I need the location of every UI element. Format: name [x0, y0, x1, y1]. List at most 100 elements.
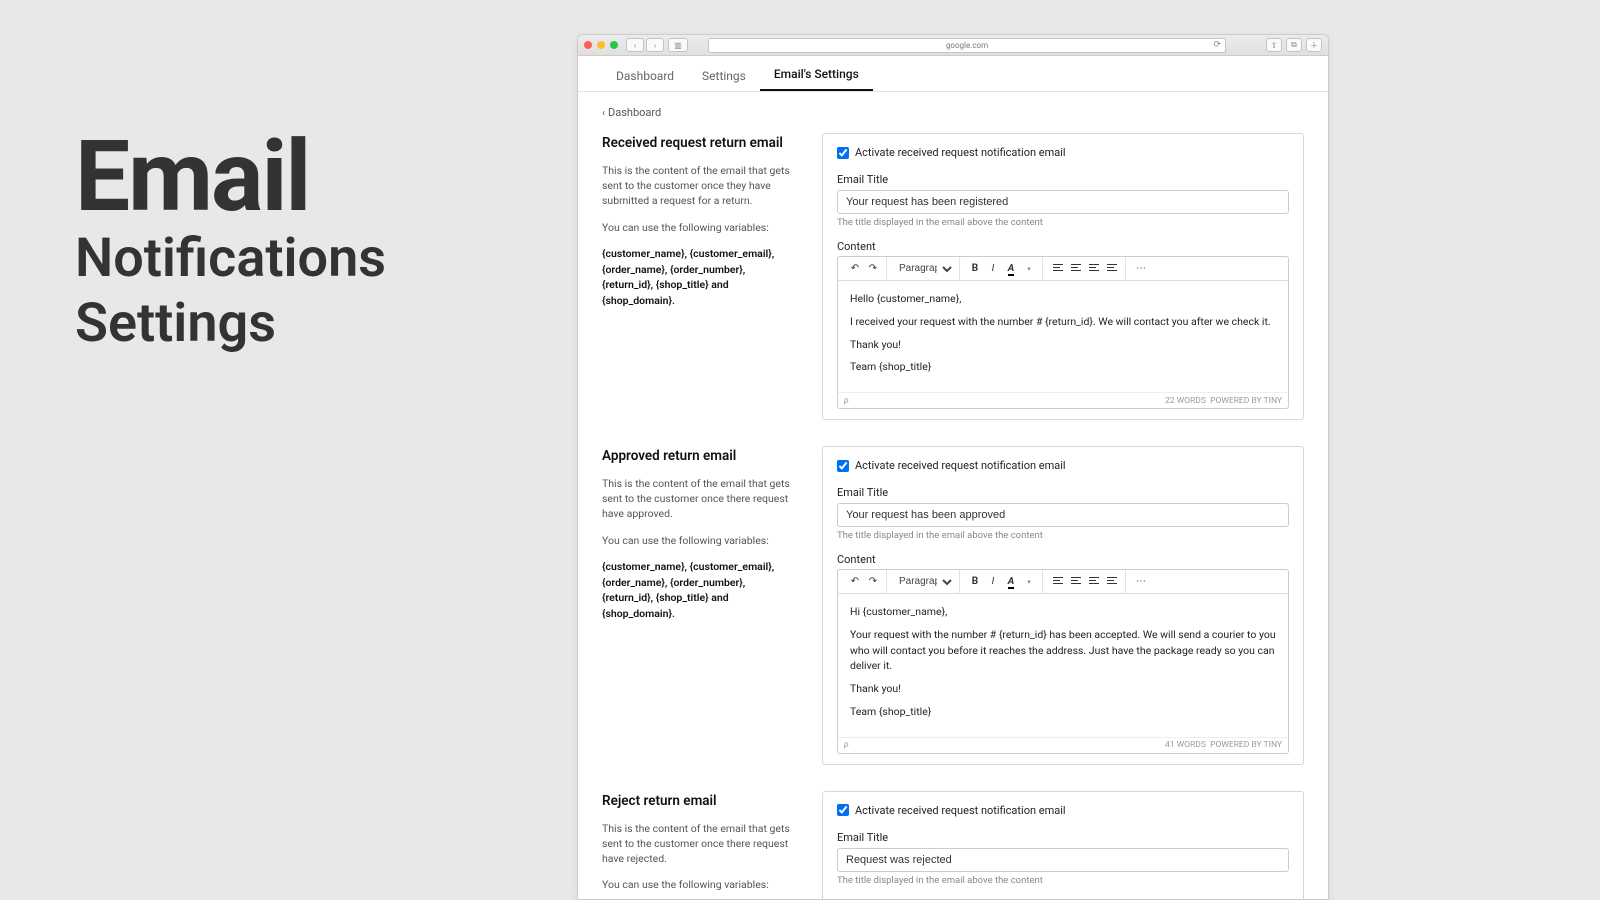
email-title-input[interactable] — [837, 503, 1289, 527]
maximize-window-icon[interactable] — [610, 41, 618, 49]
undo-icon[interactable]: ↶ — [846, 260, 864, 278]
section-desc-text: This is the content of the email that ge… — [602, 476, 798, 522]
editor-footer: p41 WORDS POWERED BY TINY — [838, 737, 1288, 753]
vars-intro: You can use the following variables: — [602, 877, 798, 892]
editor-line: Team {shop_title} — [850, 704, 1276, 720]
promo-title-line1: Email — [75, 130, 386, 223]
bold-icon[interactable]: B — [966, 260, 984, 278]
paragraph-select[interactable]: Paragraph — [893, 573, 955, 591]
bold-icon[interactable]: B — [966, 573, 984, 591]
chevron-left-icon: ‹ — [602, 108, 605, 119]
email-title-label: Email Title — [837, 831, 1289, 844]
vars-list: {customer_name}, {customer_email}, {orde… — [602, 246, 798, 309]
url-bar[interactable]: google.com ⟳ — [708, 38, 1226, 53]
text-color-icon[interactable]: A — [1002, 573, 1020, 591]
editor-toolbar: ↶↷ Paragraph BIA▾ ⋯ — [838, 570, 1288, 594]
align-center-icon[interactable] — [1067, 260, 1085, 278]
word-count: 22 WORDS — [1165, 396, 1206, 406]
editor-line: Hi {customer_name}, — [850, 604, 1276, 620]
section-title: Approved return email — [602, 448, 798, 464]
tab-dashboard[interactable]: Dashboard — [602, 59, 688, 91]
align-justify-icon[interactable] — [1103, 573, 1121, 591]
text-color-icon[interactable]: A — [1002, 260, 1020, 278]
more-icon[interactable]: ⋯ — [1132, 260, 1150, 278]
tab-email-s-settings[interactable]: Email's Settings — [760, 57, 873, 91]
align-right-icon[interactable] — [1085, 573, 1103, 591]
section-title: Reject return email — [602, 793, 798, 809]
email-title-label: Email Title — [837, 486, 1289, 499]
reload-icon[interactable]: ⟳ — [1213, 40, 1221, 50]
powered-by: POWERED BY TINY — [1210, 740, 1282, 750]
editor-line: Your request with the number # {return_i… — [850, 627, 1276, 674]
redo-icon[interactable]: ↷ — [864, 573, 882, 591]
vars-intro: You can use the following variables: — [602, 220, 798, 235]
activate-email-checkbox[interactable] — [837, 804, 849, 816]
content-label: Content — [837, 553, 1289, 566]
align-justify-icon[interactable] — [1103, 260, 1121, 278]
browser-chrome: ‹ › ▥ google.com ⟳ ⇪ ⧉ ＋ — [578, 35, 1328, 56]
email-title-input[interactable] — [837, 190, 1289, 214]
section-description: Reject return emailThis is the content o… — [602, 791, 798, 900]
section-desc-text: This is the content of the email that ge… — [602, 163, 798, 209]
editor-line: I received your request with the number … — [850, 314, 1276, 330]
promo-title-line2: Notifications — [75, 231, 386, 288]
editor-body[interactable]: Hi {customer_name}, Your request with the… — [838, 594, 1288, 737]
breadcrumb[interactable]: ‹Dashboard — [578, 92, 1328, 127]
undo-icon[interactable]: ↶ — [846, 573, 864, 591]
email-title-input[interactable] — [837, 848, 1289, 872]
settings-content: Received request return emailThis is the… — [578, 127, 1328, 900]
app-tabs: DashboardSettingsEmail's Settings — [578, 56, 1328, 92]
email-title-label: Email Title — [837, 173, 1289, 186]
minimize-window-icon[interactable] — [597, 41, 605, 49]
align-left-icon[interactable] — [1049, 260, 1067, 278]
italic-icon[interactable]: I — [984, 260, 1002, 278]
activate-email-label: Activate received request notification e… — [855, 804, 1066, 817]
helper-text: The title displayed in the email above t… — [837, 875, 1289, 886]
email-section: Approved return email This is the content… — [602, 446, 1304, 765]
tabs-overview-icon[interactable]: ⧉ — [1286, 38, 1302, 52]
align-left-icon[interactable] — [1049, 573, 1067, 591]
close-window-icon[interactable] — [584, 41, 592, 49]
email-config-card: Activate received request notification e… — [822, 446, 1304, 765]
promo-title: Email Notifications Settings — [75, 130, 386, 352]
editor-footer: p 22 WORDS POWERED BY TINY — [838, 392, 1288, 408]
powered-by: POWERED BY TINY — [1210, 396, 1282, 406]
editor-line: Team {shop_title} — [850, 359, 1276, 375]
activate-email-label: Activate received request notification e… — [855, 146, 1066, 159]
rich-text-editor: ↶↷ Paragraph BIA▾ ⋯ Hi {customer_name}, Your … — [837, 569, 1289, 754]
url-text: google.com — [946, 41, 988, 50]
share-icon[interactable]: ⇪ — [1266, 38, 1282, 52]
chevron-down-icon[interactable]: ▾ — [1020, 573, 1038, 591]
vars-list: {customer_name}, {customer_email}, {orde… — [602, 559, 798, 622]
editor-toolbar: ↶↷ Paragraph BIA▾ ⋯ — [838, 257, 1288, 281]
section-description: Received request return emailThis is the… — [602, 133, 798, 420]
email-section: Received request return emailThis is the… — [602, 133, 1304, 420]
align-right-icon[interactable] — [1085, 260, 1103, 278]
vars-intro: You can use the following variables: — [602, 533, 798, 548]
promo-title-line3: Settings — [75, 296, 386, 353]
align-center-icon[interactable] — [1067, 573, 1085, 591]
italic-icon[interactable]: I — [984, 573, 1002, 591]
redo-icon[interactable]: ↷ — [864, 260, 882, 278]
activate-email-checkbox[interactable] — [837, 460, 849, 472]
content-label: Content — [837, 240, 1289, 253]
browser-window: ‹ › ▥ google.com ⟳ ⇪ ⧉ ＋ DashboardSettin… — [577, 34, 1329, 900]
breadcrumb-label: Dashboard — [608, 106, 661, 119]
section-description: Approved return email This is the content… — [602, 446, 798, 765]
traffic-lights — [584, 41, 618, 49]
word-count: 41 WORDS — [1165, 740, 1206, 750]
chevron-down-icon[interactable]: ▾ — [1020, 260, 1038, 278]
add-tab-icon[interactable]: ＋ — [1306, 38, 1322, 52]
more-icon[interactable]: ⋯ — [1132, 573, 1150, 591]
activate-email-checkbox[interactable] — [837, 147, 849, 159]
editor-body[interactable]: Hello {customer_name},I received your re… — [838, 281, 1288, 392]
tab-settings[interactable]: Settings — [688, 59, 760, 91]
sidebar-toggle-icon[interactable]: ▥ — [668, 38, 688, 52]
forward-button[interactable]: › — [646, 38, 664, 52]
editor-line: Thank you! — [850, 681, 1276, 697]
email-config-card: Activate received request notification e… — [822, 133, 1304, 420]
helper-text: The title displayed in the email above t… — [837, 530, 1289, 541]
paragraph-select[interactable]: Paragraph — [893, 260, 955, 278]
back-button[interactable]: ‹ — [626, 38, 644, 52]
editor-path: p — [844, 396, 849, 406]
